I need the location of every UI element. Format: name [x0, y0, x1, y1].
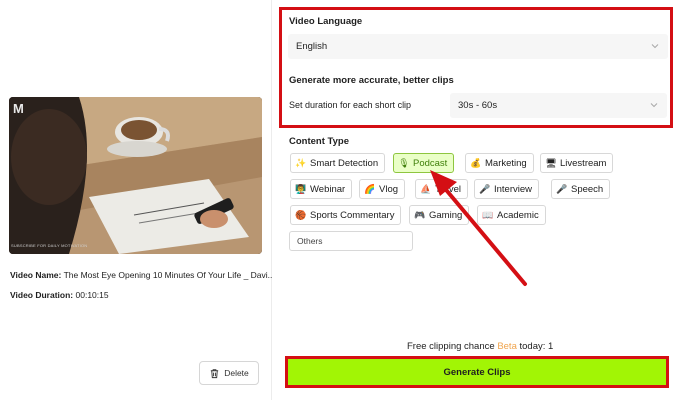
- rainbow-icon: 🌈: [364, 183, 376, 194]
- microphone-icon: 🎤: [556, 183, 568, 194]
- game-controller-icon: 🎮: [414, 209, 426, 220]
- video-name-key: Video Name:: [10, 270, 62, 280]
- chip-label: Speech: [571, 183, 604, 195]
- chip-academic[interactable]: 📖 Academic: [477, 205, 546, 225]
- chip-label: Sports Commentary: [310, 209, 395, 221]
- video-duration-key: Video Duration:: [10, 290, 74, 300]
- chip-label: Podcast: [413, 157, 448, 169]
- chip-livestream[interactable]: 🖥 Livestream: [540, 153, 614, 173]
- money-bag-icon: 💰: [470, 157, 482, 168]
- video-panel: M SUBSCRIBE FOR DAILY MOTIVATION Video N…: [0, 0, 275, 400]
- chevron-down-icon: [650, 103, 658, 108]
- chip-marketing[interactable]: 💰 Marketing: [465, 153, 534, 173]
- video-thumbnail[interactable]: M SUBSCRIBE FOR DAILY MOTIVATION: [9, 97, 262, 254]
- free-clipping-prefix: Free clipping chance: [407, 341, 498, 352]
- video-language-select[interactable]: English: [288, 34, 668, 59]
- video-frame-illustration: [9, 97, 262, 254]
- interviewer-icon: 🎤: [479, 183, 491, 194]
- chip-interview[interactable]: 🎤 Interview: [474, 179, 540, 199]
- beta-badge: Beta: [497, 341, 517, 352]
- content-type-label: Content Type: [289, 136, 349, 147]
- others-label: Others: [297, 236, 323, 246]
- chip-label: Marketing: [485, 157, 527, 169]
- chip-label: Vlog: [379, 183, 399, 195]
- chip-sports-commentary[interactable]: 🏀 Sports Commentary: [290, 205, 402, 225]
- chip-podcast[interactable]: 🎙 Podcast: [393, 153, 455, 173]
- video-language-label: Video Language: [289, 16, 363, 27]
- free-clipping-suffix: today: 1: [516, 341, 554, 352]
- free-clipping-text: Free clipping chance Beta today: 1: [407, 341, 553, 352]
- chip-label: Webinar: [310, 183, 346, 195]
- chip-label: Livestream: [560, 157, 607, 169]
- delete-button[interactable]: Delete: [199, 361, 259, 385]
- teacher-icon: 👨‍🏫: [295, 183, 307, 194]
- chip-label: Academic: [497, 209, 539, 221]
- chip-smart-detection[interactable]: ✨ Smart Detection: [290, 153, 386, 173]
- sailboat-icon: ⛵: [420, 183, 432, 194]
- sparkle-icon: ✨: [295, 157, 307, 168]
- chip-speech[interactable]: 🎤 Speech: [551, 179, 611, 199]
- monitor-icon: 🖥: [545, 157, 557, 168]
- chip-gaming[interactable]: 🎮 Gaming: [409, 205, 470, 225]
- video-name-row: Video Name: The Most Eye Opening 10 Minu…: [10, 270, 275, 280]
- video-language-value: English: [296, 41, 328, 52]
- generate-clips-button[interactable]: Generate Clips: [288, 359, 666, 385]
- channel-logo: M: [13, 101, 24, 116]
- thumbnail-caption: SUBSCRIBE FOR DAILY MOTIVATION: [11, 243, 88, 248]
- accuracy-heading: Generate more accurate, better clips: [289, 75, 454, 86]
- clip-duration-label: Set duration for each short clip: [289, 100, 412, 110]
- chevron-down-icon: [651, 44, 659, 49]
- chip-label: Travel: [435, 183, 462, 195]
- delete-button-label: Delete: [224, 368, 249, 378]
- others-input[interactable]: Others: [289, 231, 413, 251]
- chip-label: Smart Detection: [310, 157, 379, 169]
- trash-icon: [211, 368, 219, 378]
- chip-label: Gaming: [429, 209, 463, 221]
- video-duration-row: Video Duration: 00:10:15: [10, 290, 109, 300]
- chip-label: Interview: [494, 183, 533, 195]
- video-duration-value: 00:10:15: [75, 290, 109, 300]
- book-icon: 📖: [482, 209, 494, 220]
- clip-duration-select[interactable]: 30s - 60s: [450, 93, 667, 118]
- chip-webinar[interactable]: 👨‍🏫 Webinar: [290, 179, 353, 199]
- basketball-icon: 🏀: [295, 209, 307, 220]
- microphone-icon: 🎙: [398, 157, 410, 168]
- chip-travel[interactable]: ⛵ Travel: [415, 179, 469, 199]
- video-name-value: The Most Eye Opening 10 Minutes Of Your …: [63, 270, 275, 280]
- chip-vlog[interactable]: 🌈 Vlog: [359, 179, 406, 199]
- clip-duration-value: 30s - 60s: [458, 100, 498, 111]
